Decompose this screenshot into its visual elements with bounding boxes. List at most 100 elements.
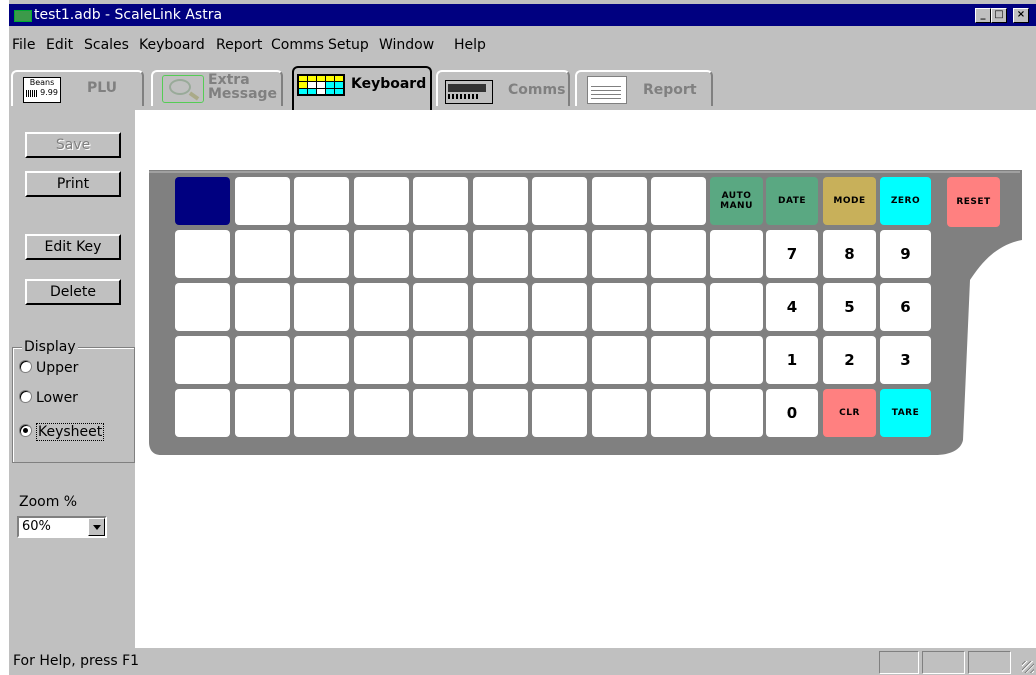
tab-strip: Beans 9.99 PLU Extra Message Keyboard Co… <box>9 66 1036 110</box>
key-blank[interactable] <box>473 283 528 331</box>
key-blank[interactable] <box>473 177 528 225</box>
key-blank[interactable] <box>235 389 290 437</box>
key-4[interactable]: 4 <box>766 283 818 331</box>
key-blank[interactable] <box>710 283 763 331</box>
tab-extra-message[interactable]: Extra Message <box>151 70 283 106</box>
key-1[interactable]: 1 <box>766 336 818 384</box>
key-blank[interactable] <box>651 283 706 331</box>
key-blank[interactable] <box>473 336 528 384</box>
key-selected[interactable] <box>175 177 230 225</box>
key-blank[interactable] <box>294 336 349 384</box>
app-icon[interactable] <box>14 10 32 22</box>
maximize-button[interactable]: □ <box>991 8 1007 23</box>
radio-keysheet[interactable]: Keysheet <box>19 423 105 441</box>
key-blank[interactable] <box>294 177 349 225</box>
radio-lower[interactable]: Lower <box>19 390 78 406</box>
key-mode[interactable]: MODE <box>823 177 876 225</box>
key-blank[interactable] <box>532 389 587 437</box>
menu-comms[interactable]: Comms <box>271 37 324 53</box>
delete-button[interactable]: Delete <box>25 279 121 305</box>
menu-setup[interactable]: Setup <box>328 37 369 53</box>
key-clr[interactable]: CLR <box>823 389 876 437</box>
key-zero[interactable]: ZERO <box>880 177 931 225</box>
key-9[interactable]: 9 <box>880 230 931 278</box>
key-auto-manu[interactable]: AUTO MANU <box>710 177 763 225</box>
menu-help[interactable]: Help <box>454 37 486 53</box>
key-blank[interactable] <box>294 283 349 331</box>
status-panel <box>879 651 919 674</box>
menu-file[interactable]: File <box>12 37 35 53</box>
key-blank[interactable] <box>532 230 587 278</box>
key-blank[interactable] <box>235 230 290 278</box>
save-button[interactable]: Save <box>25 132 121 158</box>
key-2[interactable]: 2 <box>823 336 876 384</box>
menu-keyboard[interactable]: Keyboard <box>139 37 205 53</box>
key-blank[interactable] <box>235 336 290 384</box>
key-blank[interactable] <box>651 389 706 437</box>
chevron-down-icon[interactable] <box>88 518 105 536</box>
key-blank[interactable] <box>592 230 647 278</box>
tab-keyboard-label: Keyboard <box>351 76 427 92</box>
key-blank[interactable] <box>175 336 230 384</box>
key-blank[interactable] <box>651 230 706 278</box>
key-blank[interactable] <box>354 283 409 331</box>
key-blank[interactable] <box>235 283 290 331</box>
key-3[interactable]: 3 <box>880 336 931 384</box>
key-blank[interactable] <box>175 230 230 278</box>
key-blank[interactable] <box>413 283 468 331</box>
key-blank[interactable] <box>710 230 763 278</box>
key-blank[interactable] <box>473 230 528 278</box>
key-blank[interactable] <box>532 336 587 384</box>
title-bar: test1.adb - ScaleLink Astra _ □ × <box>9 4 1036 26</box>
key-blank[interactable] <box>294 230 349 278</box>
radio-upper[interactable]: Upper <box>19 360 78 376</box>
menu-report[interactable]: Report <box>216 37 262 53</box>
tab-comms[interactable]: Comms <box>436 70 570 106</box>
key-blank[interactable] <box>354 230 409 278</box>
key-tare[interactable]: TARE <box>880 389 931 437</box>
key-blank[interactable] <box>354 336 409 384</box>
key-blank[interactable] <box>473 389 528 437</box>
close-button[interactable]: × <box>1013 8 1029 23</box>
key-blank[interactable] <box>532 177 587 225</box>
key-blank[interactable] <box>592 283 647 331</box>
key-blank[interactable] <box>532 283 587 331</box>
edit-key-button[interactable]: Edit Key <box>25 234 121 260</box>
key-blank[interactable] <box>710 389 763 437</box>
key-7[interactable]: 7 <box>766 230 818 278</box>
resize-grip-icon[interactable] <box>1022 661 1034 673</box>
key-8[interactable]: 8 <box>823 230 876 278</box>
key-blank[interactable] <box>354 389 409 437</box>
menu-edit[interactable]: Edit <box>46 37 73 53</box>
key-blank[interactable] <box>592 177 647 225</box>
key-blank[interactable] <box>235 177 290 225</box>
tab-report[interactable]: Report <box>575 70 713 106</box>
key-blank[interactable] <box>413 230 468 278</box>
key-blank[interactable] <box>651 177 706 225</box>
key-blank[interactable] <box>413 177 468 225</box>
key-blank[interactable] <box>354 177 409 225</box>
key-blank[interactable] <box>413 336 468 384</box>
status-text: For Help, press F1 <box>13 653 140 669</box>
key-blank[interactable] <box>413 389 468 437</box>
key-blank[interactable] <box>175 389 230 437</box>
key-6[interactable]: 6 <box>880 283 931 331</box>
menu-window[interactable]: Window <box>379 37 434 53</box>
minimize-button[interactable]: _ <box>975 8 991 23</box>
key-blank[interactable] <box>592 336 647 384</box>
zoom-select[interactable]: 60% <box>17 516 107 538</box>
key-reset[interactable]: RESET <box>947 177 1000 227</box>
tab-keyboard[interactable]: Keyboard <box>292 66 432 110</box>
app-window: test1.adb - ScaleLink Astra _ □ × File E… <box>9 0 1036 675</box>
key-0[interactable]: 0 <box>766 389 818 437</box>
key-blank[interactable] <box>175 283 230 331</box>
key-blank[interactable] <box>592 389 647 437</box>
tab-plu[interactable]: Beans 9.99 PLU <box>11 70 144 106</box>
menu-scales[interactable]: Scales <box>84 37 129 53</box>
print-button[interactable]: Print <box>25 171 121 197</box>
key-date[interactable]: DATE <box>766 177 818 225</box>
key-blank[interactable] <box>710 336 763 384</box>
key-blank[interactable] <box>651 336 706 384</box>
key-blank[interactable] <box>294 389 349 437</box>
key-5[interactable]: 5 <box>823 283 876 331</box>
